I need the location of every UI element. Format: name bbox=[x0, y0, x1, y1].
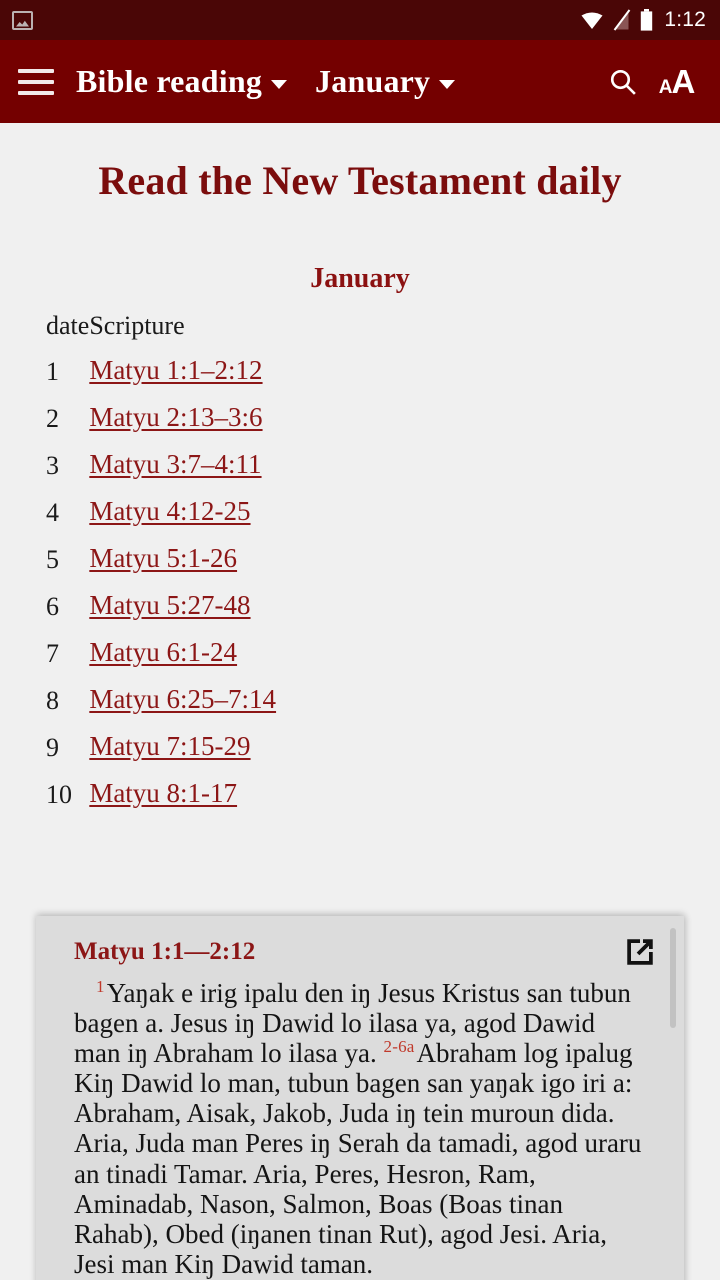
battery-icon bbox=[641, 9, 653, 31]
scripture-link[interactable]: Matyu 5:1-26 bbox=[89, 543, 237, 573]
verse-preview-popup: Matyu 1:1—2:12 1Yaŋak e irig ipalu den i… bbox=[36, 916, 684, 1280]
table-row: 4 Matyu 4:12-25 bbox=[0, 496, 720, 543]
table-header-row: date Scripture bbox=[0, 311, 720, 355]
status-bar-clock: 1:12 bbox=[664, 8, 706, 31]
text-size-large-a: A bbox=[671, 63, 696, 100]
toolbar-title-dropdown[interactable]: Bible reading bbox=[76, 63, 288, 100]
schedule-date-cell: 7 bbox=[46, 639, 59, 668]
chevron-down-icon bbox=[439, 80, 456, 89]
table-row: 3 Matyu 3:7–4:11 bbox=[0, 449, 720, 496]
content-area: Read the New Testament daily January dat… bbox=[0, 123, 720, 1280]
schedule-scripture-cell: Matyu 1:1–2:12 bbox=[89, 355, 720, 402]
search-button[interactable] bbox=[596, 55, 650, 109]
table-row: 5 Matyu 5:1-26 bbox=[0, 543, 720, 590]
popup-header: Matyu 1:1—2:12 bbox=[36, 916, 684, 970]
hamburger-menu-icon[interactable] bbox=[18, 68, 54, 95]
schedule-scripture-cell: Matyu 6:25–7:14 bbox=[89, 684, 720, 731]
schedule-date-cell: 6 bbox=[46, 592, 59, 621]
table-row: 2 Matyu 2:13–3:6 bbox=[0, 402, 720, 449]
verse-marker: 2-6a bbox=[383, 1037, 415, 1057]
search-icon bbox=[610, 69, 636, 95]
column-header-date: date bbox=[46, 311, 90, 340]
popup-body: 1Yaŋak e irig ipalu den iŋ Jesus Kristus… bbox=[36, 970, 684, 1280]
scrollbar-thumb[interactable] bbox=[670, 928, 676, 1028]
popup-paragraph: 1Yaŋak e irig ipalu den iŋ Jesus Kristus… bbox=[74, 977, 644, 1279]
text-size-small-a: A bbox=[658, 77, 673, 98]
schedule-date-cell: 5 bbox=[46, 545, 59, 574]
scripture-link[interactable]: Matyu 2:13–3:6 bbox=[89, 402, 262, 432]
chevron-down-icon bbox=[271, 80, 288, 89]
scripture-link[interactable]: Matyu 4:12-25 bbox=[89, 496, 250, 526]
schedule-date-cell: 1 bbox=[46, 357, 59, 386]
reading-schedule-table: date Scripture 1 Matyu 1:1–2:12 2 Matyu 2:1… bbox=[0, 311, 720, 825]
external-link-icon[interactable] bbox=[622, 934, 658, 970]
schedule-scripture-cell: Matyu 6:1-24 bbox=[89, 637, 720, 684]
text-size-icon: AA bbox=[659, 65, 696, 98]
schedule-date-cell: 10 bbox=[46, 780, 72, 809]
toolbar-month-label: January bbox=[315, 63, 431, 99]
scripture-link[interactable]: Matyu 8:1-17 bbox=[89, 778, 237, 808]
month-heading: January bbox=[310, 263, 410, 294]
signal-off-icon bbox=[614, 9, 631, 31]
schedule-date-cell: 4 bbox=[46, 498, 59, 527]
verse-marker: 1 bbox=[96, 977, 105, 996]
table-row: 7 Matyu 6:1-24 bbox=[0, 637, 720, 684]
toolbar-title-label: Bible reading bbox=[76, 63, 263, 99]
table-row: 9 Matyu 7:15-29 bbox=[0, 731, 720, 778]
photo-icon bbox=[12, 10, 33, 30]
schedule-scripture-cell: Matyu 4:12-25 bbox=[89, 496, 720, 543]
toolbar-month-dropdown[interactable]: January bbox=[315, 63, 456, 100]
table-row: 1 Matyu 1:1–2:12 bbox=[0, 355, 720, 402]
app-root: 1:12 Bible reading January AA Read the N… bbox=[0, 0, 720, 1280]
schedule-scripture-cell: Matyu 5:27-48 bbox=[89, 590, 720, 637]
schedule-date-cell: 2 bbox=[46, 404, 59, 433]
popup-title: Matyu 1:1—2:12 bbox=[74, 938, 256, 965]
schedule-date-cell: 8 bbox=[46, 686, 59, 715]
table-row: 8 Matyu 6:25–7:14 bbox=[0, 684, 720, 731]
schedule-date-cell: 9 bbox=[46, 733, 59, 762]
wifi-icon bbox=[581, 12, 603, 29]
scripture-link[interactable]: Matyu 3:7–4:11 bbox=[89, 449, 261, 479]
scripture-link[interactable]: Matyu 6:25–7:14 bbox=[89, 684, 276, 714]
text-size-button[interactable]: AA bbox=[650, 55, 704, 109]
schedule-scripture-cell: Matyu 7:15-29 bbox=[89, 731, 720, 778]
schedule-scripture-cell: Matyu 2:13–3:6 bbox=[89, 402, 720, 449]
status-bar-right: 1:12 bbox=[580, 8, 708, 32]
schedule-scripture-cell: Matyu 8:1-17 bbox=[89, 778, 720, 825]
verse-text: Abraham log ipalug Kiŋ Dawid lo man, tub… bbox=[74, 1038, 642, 1279]
scripture-link[interactable]: Matyu 5:27-48 bbox=[89, 590, 250, 620]
column-header-scripture: Scripture bbox=[89, 311, 185, 340]
scripture-link[interactable]: Matyu 6:1-24 bbox=[89, 637, 237, 667]
status-bar: 1:12 bbox=[0, 0, 720, 40]
page-title: Read the New Testament daily bbox=[98, 158, 622, 203]
vertical-scrollbar[interactable] bbox=[670, 928, 676, 1280]
table-row: 6 Matyu 5:27-48 bbox=[0, 590, 720, 637]
table-row: 10 Matyu 8:1-17 bbox=[0, 778, 720, 825]
app-toolbar: Bible reading January AA bbox=[0, 40, 720, 123]
schedule-scripture-cell: Matyu 3:7–4:11 bbox=[89, 449, 720, 496]
schedule-date-cell: 3 bbox=[46, 451, 59, 480]
scripture-link[interactable]: Matyu 7:15-29 bbox=[89, 731, 250, 761]
schedule-scripture-cell: Matyu 5:1-26 bbox=[89, 543, 720, 590]
scripture-link[interactable]: Matyu 1:1–2:12 bbox=[89, 355, 262, 385]
status-bar-left bbox=[12, 10, 33, 30]
